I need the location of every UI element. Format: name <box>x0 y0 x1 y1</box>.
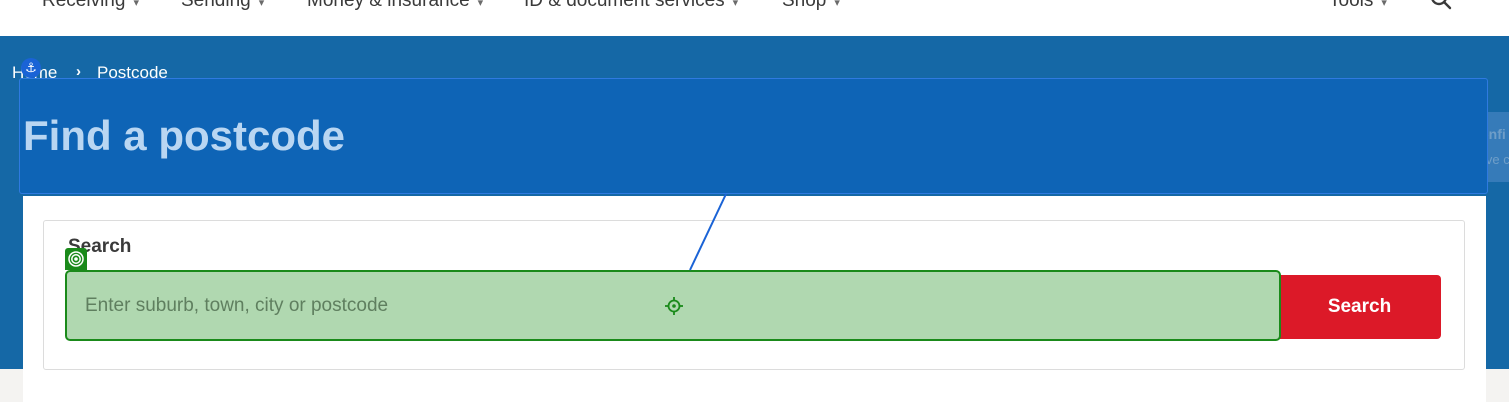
nav-item-tools[interactable]: Tools ▾ <box>1329 0 1387 12</box>
nav-item-shop[interactable]: Shop ▾ <box>782 0 840 12</box>
nav-item-id-document-services[interactable]: ID & document services ▾ <box>524 0 738 12</box>
nav-item-label: Shop <box>782 0 827 11</box>
chevron-down-icon: ▾ <box>732 0 739 9</box>
nav-item-label: Tools <box>1329 0 1374 11</box>
nav-item-label: Money & insurance <box>307 0 470 11</box>
target-icon <box>65 248 87 270</box>
chevron-down-icon: ▾ <box>258 0 265 9</box>
chevron-down-icon: ▾ <box>1381 0 1387 9</box>
nav-item-money-insurance[interactable]: Money & insurance ▾ <box>307 0 483 12</box>
top-navigation: Receiving ▾ Sending ▾ Money & insurance … <box>0 0 1509 36</box>
crosshair-icon <box>665 297 683 315</box>
nav-item-sending[interactable]: Sending ▾ <box>181 0 264 12</box>
nav-item-label: Sending <box>181 0 251 11</box>
chevron-down-icon: ▾ <box>477 0 484 9</box>
nav-item-receiving[interactable]: Receiving ▾ <box>42 0 139 12</box>
page-title: Find a postcode <box>23 112 346 159</box>
anchor-icon: ⚓ <box>21 58 41 78</box>
nav-item-label: ID & document services <box>524 0 725 11</box>
search-button[interactable]: Search <box>1278 275 1441 339</box>
chevron-down-icon: ▾ <box>834 0 840 9</box>
nav-item-label: Receiving <box>42 0 126 11</box>
chevron-down-icon: ▾ <box>133 0 139 9</box>
search-icon[interactable] <box>1430 0 1452 10</box>
